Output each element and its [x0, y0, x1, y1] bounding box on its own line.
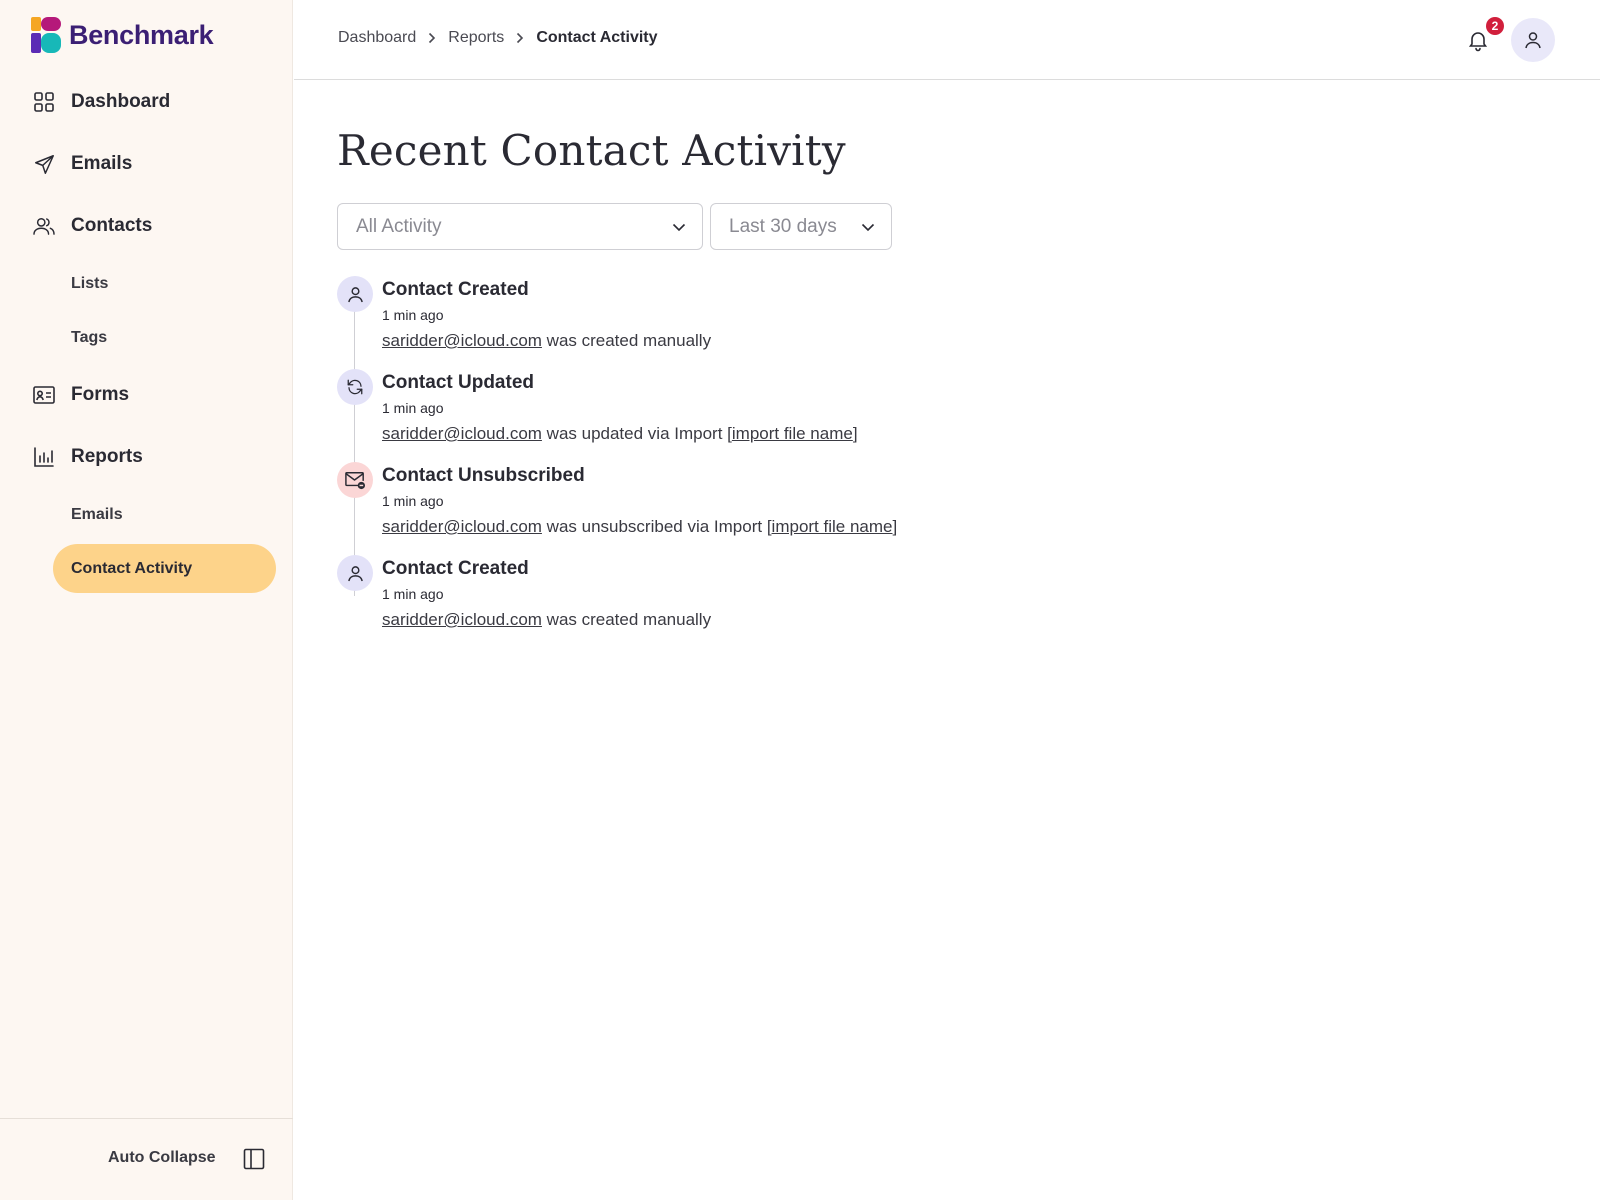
refresh-icon: [337, 369, 373, 405]
user-icon: [337, 555, 373, 591]
chevron-right-icon: [428, 32, 436, 44]
notification-bell-icon[interactable]: [1466, 28, 1490, 52]
user-avatar[interactable]: [1511, 18, 1555, 62]
mail-unsubscribe-icon: [337, 462, 373, 498]
chevron-right-icon: [516, 32, 524, 44]
users-icon: [33, 215, 55, 237]
top-header: Dashboard Reports Contact Activity 2: [294, 0, 1600, 80]
brand-name: Benchmark: [69, 19, 214, 50]
activity-filter-value: All Activity: [356, 215, 442, 237]
breadcrumb: Dashboard Reports Contact Activity: [338, 29, 658, 47]
user-icon: [1525, 32, 1541, 49]
contact-email-link[interactable]: saridder@icloud.com: [382, 517, 542, 536]
activity-description: saridder@icloud.com was unsubscribed via…: [382, 517, 898, 536]
sidebar-footer: Auto Collapse: [0, 1118, 293, 1200]
activity-text: was created manually: [541, 610, 712, 629]
sidebar-item-emails[interactable]: Emails: [33, 153, 132, 175]
activity-title: Contact Updated: [382, 372, 534, 393]
sidebar-subitem-reports-emails[interactable]: Emails: [71, 506, 123, 524]
timeline-entry: Contact Updated 1 min ago saridder@iclou…: [337, 369, 1137, 459]
notification-count-badge: 2: [1486, 17, 1504, 35]
chevron-down-icon: [672, 218, 686, 240]
sidebar-subitem-contact-activity[interactable]: Contact Activity: [53, 544, 276, 593]
activity-time: 1 min ago: [382, 307, 444, 323]
timeline-entry: Contact Created 1 min ago saridder@iclou…: [337, 276, 1137, 366]
sidebar-item-label: Emails: [71, 153, 133, 174]
activity-description: saridder@icloud.com was created manually: [382, 331, 711, 351]
sidebar-subitem-lists[interactable]: Lists: [71, 275, 108, 293]
activity-description: saridder@icloud.com was updated via Impo…: [382, 424, 858, 443]
page-title: Recent Contact Activity: [337, 126, 846, 175]
breadcrumb-reports[interactable]: Reports: [448, 29, 504, 47]
breadcrumb-current: Contact Activity: [536, 29, 658, 46]
contact-email-link[interactable]: saridder@icloud.com: [382, 424, 542, 443]
benchmark-logo-icon: [31, 17, 61, 53]
breadcrumb-dashboard[interactable]: Dashboard: [338, 29, 416, 47]
activity-time: 1 min ago: [382, 400, 444, 416]
activity-text: was updated via Import [: [541, 424, 732, 443]
sidebar-item-label: Forms: [71, 384, 130, 405]
sidebar-item-dashboard[interactable]: Dashboard: [33, 91, 170, 113]
sidebar-item-contacts[interactable]: Contacts: [33, 215, 152, 237]
sidebar-item-forms[interactable]: Forms: [33, 384, 129, 406]
activity-time: 1 min ago: [382, 493, 444, 509]
sidebar-item-reports[interactable]: Reports: [33, 446, 143, 468]
timeline-entry: Contact Unsubscribed 1 min ago saridder@…: [337, 462, 1137, 552]
user-icon: [337, 276, 373, 312]
contact-email-link[interactable]: saridder@icloud.com: [382, 610, 542, 629]
send-icon: [33, 153, 55, 175]
bar-chart-icon: [33, 446, 55, 468]
activity-title: Contact Created: [382, 558, 529, 579]
sidebar-item-label: Reports: [71, 446, 143, 467]
sidebar-subitem-tags[interactable]: Tags: [71, 329, 107, 347]
date-range-dropdown[interactable]: Last 30 days: [710, 203, 892, 250]
activity-text: was unsubscribed via Import [: [541, 517, 772, 536]
contact-email-link[interactable]: saridder@icloud.com: [382, 331, 542, 350]
chevron-down-icon: [861, 218, 875, 240]
timeline-entry: Contact Created 1 min ago saridder@iclou…: [337, 555, 1137, 645]
auto-collapse-label: Auto Collapse: [108, 1149, 216, 1166]
sidebar-item-label: Contacts: [71, 215, 153, 236]
sidebar-item-label: Dashboard: [71, 91, 171, 112]
activity-filter-dropdown[interactable]: All Activity: [337, 203, 703, 250]
grid-icon: [33, 91, 55, 113]
date-range-value: Last 30 days: [729, 215, 837, 237]
activity-text: was created manually: [541, 331, 712, 350]
activity-title: Contact Created: [382, 279, 529, 300]
activity-time: 1 min ago: [382, 586, 444, 602]
id-card-icon: [33, 384, 55, 406]
sidebar-collapse-icon[interactable]: [243, 1148, 265, 1170]
import-file-link[interactable]: import file name: [772, 517, 893, 536]
brand-logo[interactable]: Benchmark: [31, 17, 214, 53]
activity-title: Contact Unsubscribed: [382, 465, 585, 486]
sidebar: Benchmark Dashboard Emails Contacts List…: [0, 0, 293, 1200]
activity-description: saridder@icloud.com was created manually: [382, 610, 711, 630]
import-file-link[interactable]: import file name: [732, 424, 853, 443]
